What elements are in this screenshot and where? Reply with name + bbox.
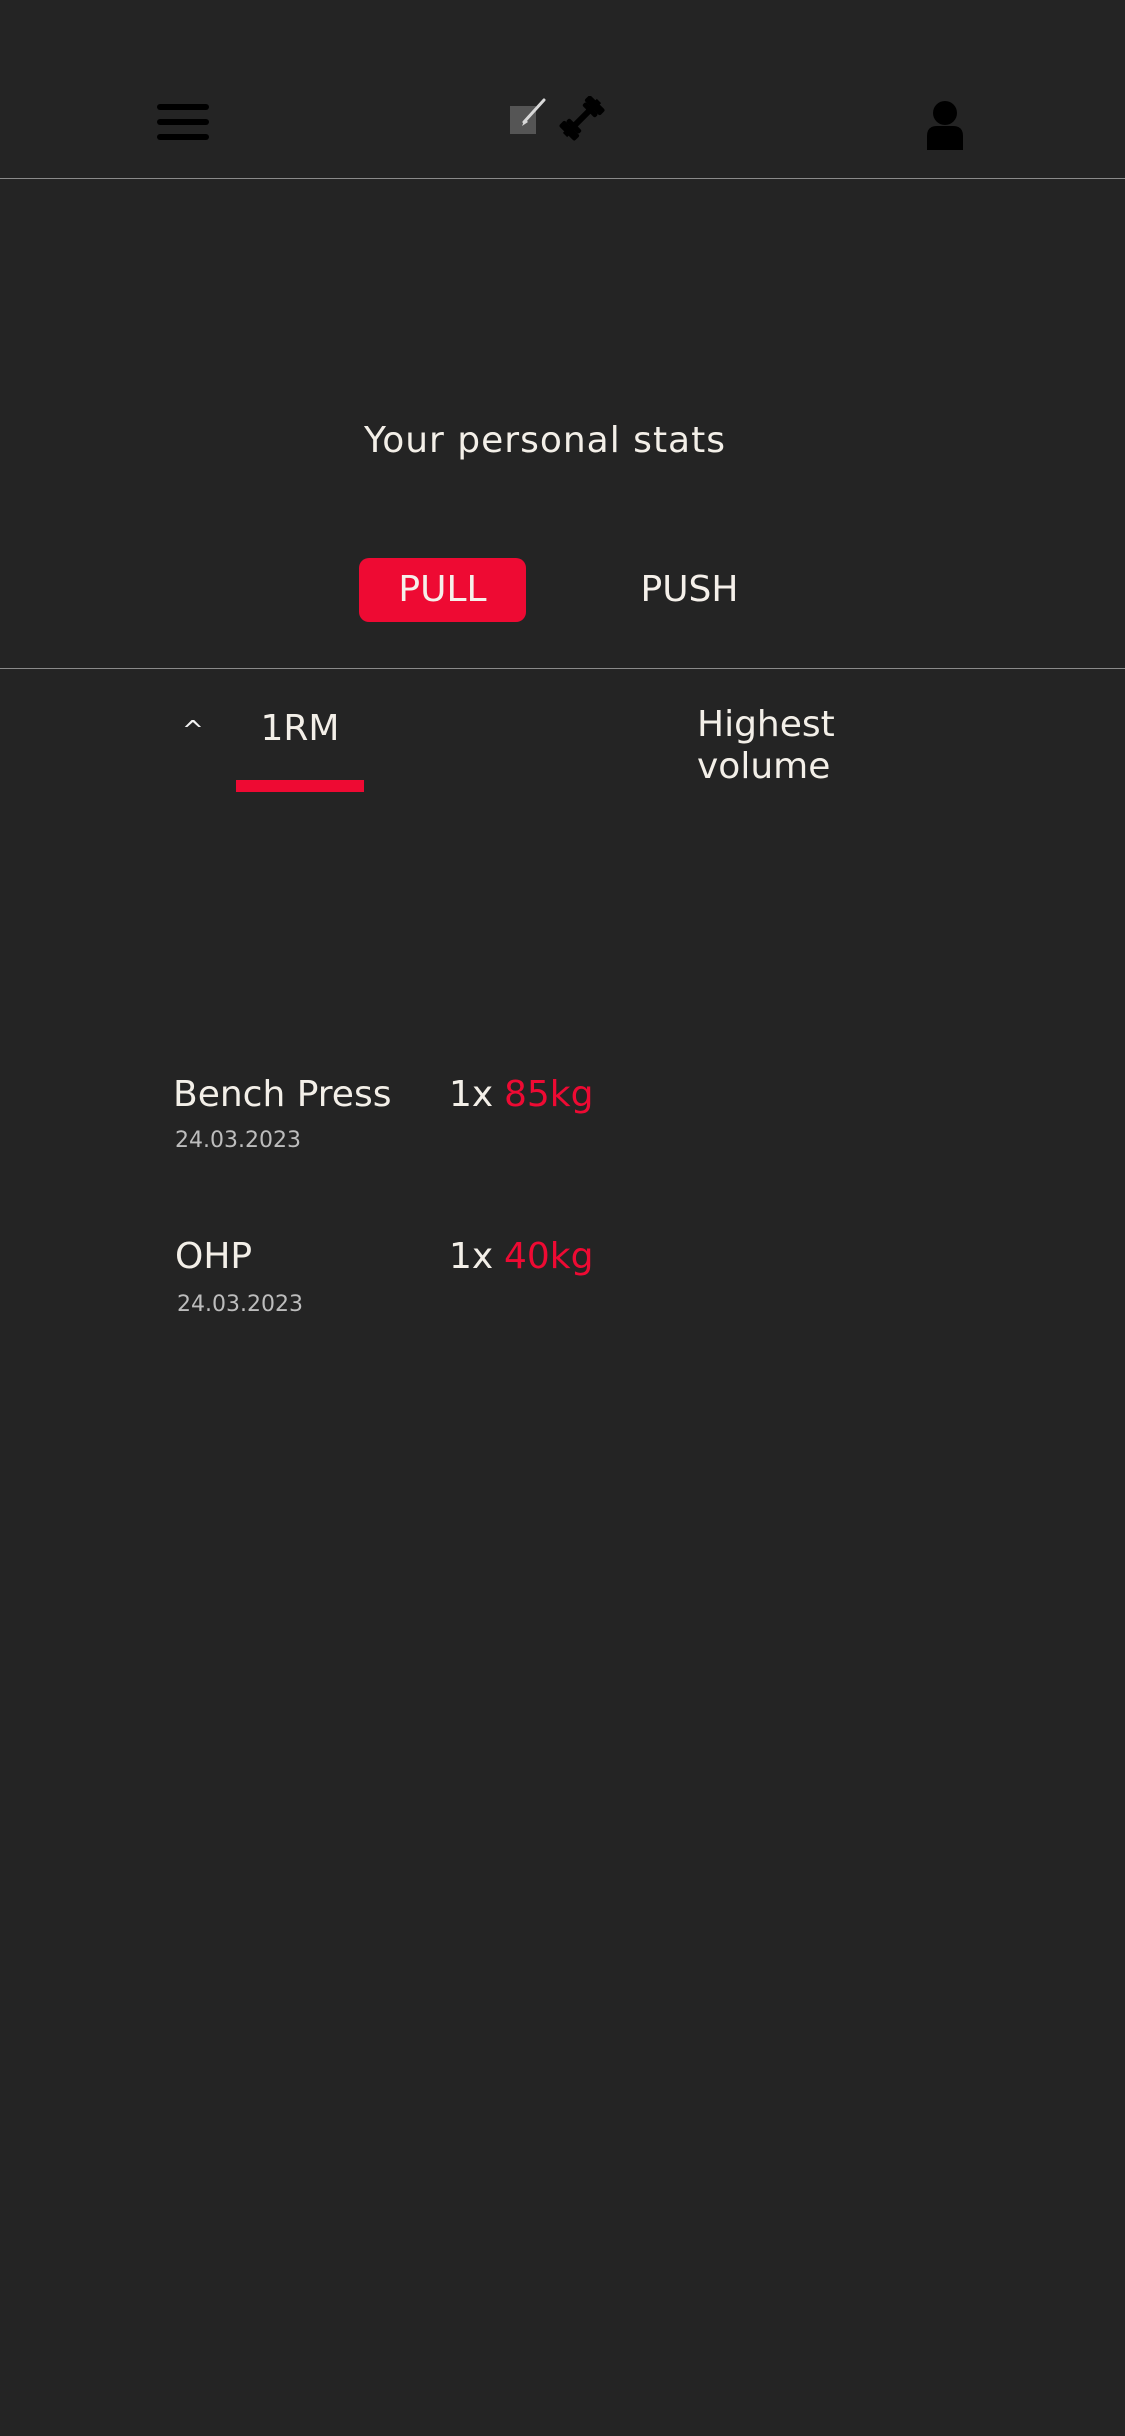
page-title: Your personal stats	[363, 420, 726, 461]
list-item[interactable]: OHP 24.03.2023 1x 40kg	[0, 1236, 1125, 1346]
exercise-weight: 40kg	[504, 1236, 594, 1277]
tab-highest-volume-line1: Highest	[697, 704, 835, 745]
tab-1rm[interactable]: 1RM	[236, 708, 364, 749]
tab-highest-volume-line2: volume	[697, 746, 831, 787]
exercise-weight: 85kg	[504, 1074, 594, 1115]
list-item[interactable]: Bench Press 24.03.2023 1x 85kg	[0, 1074, 1125, 1184]
exercise-reps: 1x	[449, 1236, 494, 1277]
top-app-bar	[0, 0, 1125, 179]
exercise-date: 24.03.2023	[175, 1128, 301, 1153]
app-logo	[506, 95, 612, 142]
sort-caret-icon[interactable]: ^	[182, 716, 204, 746]
active-tab-indicator	[236, 780, 364, 792]
exercise-name: OHP	[175, 1236, 253, 1277]
user-profile-icon[interactable]	[925, 100, 965, 150]
exercise-date: 24.03.2023	[177, 1292, 303, 1317]
tab-highest-volume[interactable]: Highest volume	[697, 704, 877, 788]
dumbbell-icon	[559, 95, 605, 141]
hamburger-menu-icon[interactable]	[157, 104, 209, 140]
exercise-name: Bench Press	[173, 1074, 392, 1115]
notepad-pencil-icon	[510, 95, 605, 141]
push-segment-button[interactable]: PUSH	[612, 558, 767, 622]
pull-segment-button[interactable]: PULL	[359, 558, 526, 622]
section-divider	[0, 668, 1125, 669]
exercise-reps: 1x	[449, 1074, 494, 1115]
